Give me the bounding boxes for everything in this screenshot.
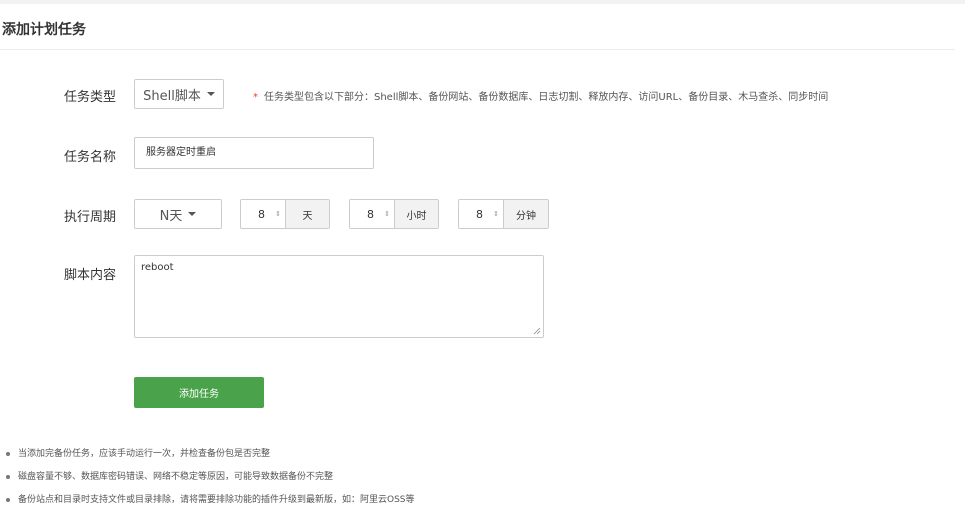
task-type-select[interactable]: Shell脚本 xyxy=(134,79,224,109)
script-label: 脚本内容 xyxy=(64,268,117,283)
tip-item: 备份站点和目录时支持文件或目录排除，请将需要排除功能的插件升级到最新版，如：阿里… xyxy=(6,493,415,510)
chevron-down-icon xyxy=(188,212,197,216)
tip-text: 磁盘容量不够、数据库密码错误、网络不稳定等原因，可能导致数据备份不完整 xyxy=(18,472,334,482)
chevron-down-icon xyxy=(206,92,215,96)
bullet-icon xyxy=(6,452,10,456)
task-type-selected: Shell脚本 xyxy=(143,88,201,104)
hour-unit: 小时 xyxy=(394,200,438,228)
hour-input[interactable]: 8 xyxy=(350,200,380,228)
cycle-selected: N天 xyxy=(159,208,183,224)
tips-list: 当添加完备份任务，应该手动运行一次，并检查备份包是否完整 磁盘容量不够、数据库密… xyxy=(6,447,415,510)
task-type-label: 任务类型 xyxy=(64,90,117,105)
task-type-hint: * 任务类型包含以下部分：Shell脚本、备份网站、备份数据库、日志切割、释放内存… xyxy=(253,88,828,103)
cycle-select[interactable]: N天 xyxy=(134,199,222,229)
tip-item: 磁盘容量不够、数据库密码错误、网络不稳定等原因，可能导致数据备份不完整 xyxy=(6,470,415,493)
required-star: * xyxy=(253,92,258,103)
page-header: 添加计划任务 xyxy=(0,4,955,50)
task-name-input[interactable]: 服务器定时重启 xyxy=(134,137,374,169)
day-input[interactable]: 8 xyxy=(241,200,271,228)
day-group: 8 ⇕ 天 xyxy=(240,199,330,229)
hour-group: 8 ⇕ 小时 xyxy=(349,199,439,229)
minute-unit: 分钟 xyxy=(503,200,548,228)
minute-group: 8 ⇕ 分钟 xyxy=(458,199,549,229)
tip-text: 备份站点和目录时支持文件或目录排除，请将需要排除功能的插件升级到最新版，如：阿里… xyxy=(18,495,415,505)
tip-text: 当添加完备份任务，应该手动运行一次，并检查备份包是否完整 xyxy=(18,449,271,459)
add-task-button[interactable]: 添加任务 xyxy=(134,377,264,408)
spinner-icon[interactable]: ⇕ xyxy=(380,200,394,228)
minute-input[interactable]: 8 xyxy=(459,200,489,228)
script-content: reboot xyxy=(141,262,174,273)
resize-handle-icon[interactable] xyxy=(533,327,541,335)
day-unit: 天 xyxy=(285,200,329,228)
bullet-icon xyxy=(6,475,10,479)
spinner-icon[interactable]: ⇕ xyxy=(271,200,285,228)
script-textarea[interactable]: reboot xyxy=(134,255,544,338)
task-type-hint-text: 任务类型包含以下部分：Shell脚本、备份网站、备份数据库、日志切割、释放内存、… xyxy=(264,92,829,103)
page-title: 添加计划任务 xyxy=(2,22,86,38)
spinner-icon[interactable]: ⇕ xyxy=(489,200,503,228)
tip-item: 当添加完备份任务，应该手动运行一次，并检查备份包是否完整 xyxy=(6,447,415,470)
bullet-icon xyxy=(6,498,10,502)
cycle-label: 执行周期 xyxy=(64,210,117,225)
task-name-label: 任务名称 xyxy=(64,150,117,165)
